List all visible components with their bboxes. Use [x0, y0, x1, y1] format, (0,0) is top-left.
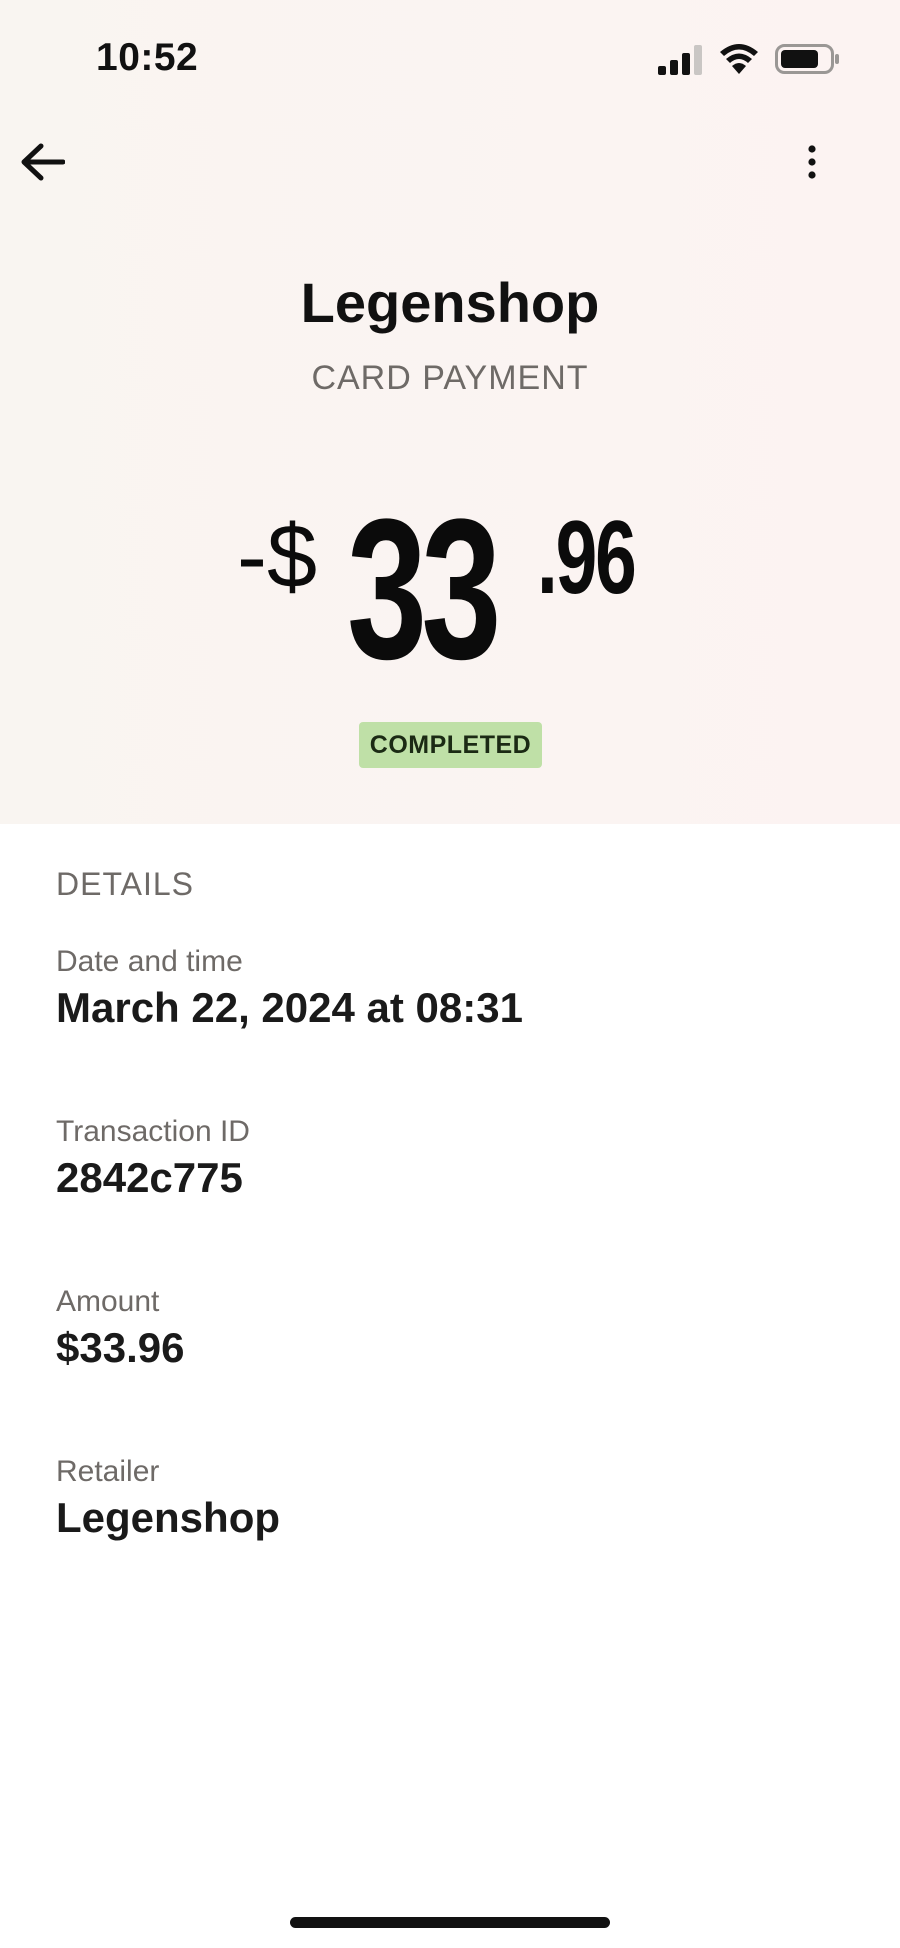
wifi-icon [720, 44, 758, 74]
payment-type: CARD PAYMENT [311, 359, 589, 397]
home-indicator[interactable] [290, 1917, 610, 1928]
amount-sign: -$ [236, 507, 318, 607]
status-bar-time: 10:52 [96, 36, 199, 79]
date-time-label: Date and time [56, 945, 243, 978]
date-time-value: March 22, 2024 at 08:31 [56, 984, 523, 1031]
merchant-name: Legenshop [300, 271, 600, 334]
cellular-signal-icon [658, 45, 702, 75]
more-options-button[interactable] [792, 134, 832, 190]
arrow-left-icon [21, 143, 65, 181]
back-button[interactable] [14, 134, 70, 190]
transaction-amount: -$ 33 .96 [0, 478, 900, 701]
transaction-id-label: Transaction ID [56, 1115, 250, 1148]
retailer-label: Retailer [56, 1455, 160, 1488]
amount-integer: 33 [347, 478, 501, 701]
more-vertical-icon [808, 145, 816, 179]
battery-icon [775, 44, 839, 74]
transaction-id-value: 2842c775 [56, 1154, 243, 1201]
amount-value: $33.96 [56, 1324, 185, 1371]
status-badge: COMPLETED [359, 722, 542, 768]
amount-label: Amount [56, 1285, 160, 1318]
retailer-value: Legenshop [56, 1494, 281, 1541]
amount-decimal: .96 [537, 500, 637, 616]
details-section-title: DETAILS [56, 866, 194, 902]
